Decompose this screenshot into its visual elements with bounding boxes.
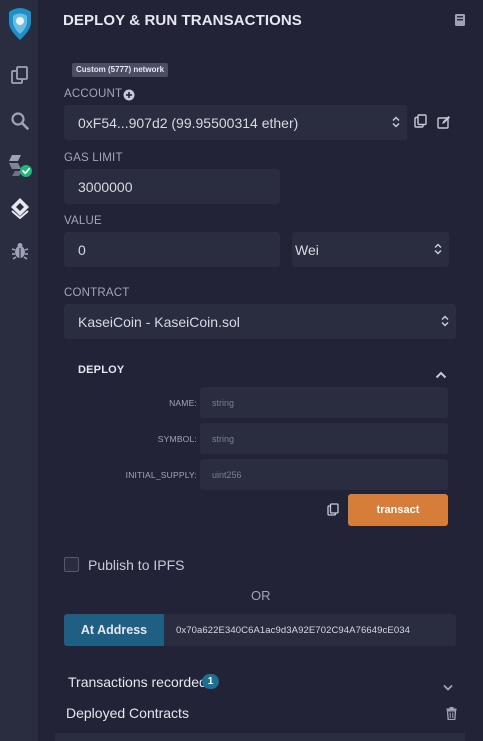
value-unit: Wei xyxy=(295,241,319,258)
param-label-initial-supply: INITIAL_SUPPLY: xyxy=(125,470,197,480)
deployed-contracts-list xyxy=(55,733,465,741)
publish-ipfs-label: Publish to IPFS xyxy=(88,557,185,573)
at-address-button[interactable]: At Address xyxy=(64,614,164,646)
name-placeholder: string xyxy=(212,397,235,408)
param-label-name: NAME: xyxy=(169,398,197,408)
initial-supply-placeholder: uint256 xyxy=(212,469,242,480)
add-account-icon[interactable] xyxy=(123,88,135,106)
at-address-input[interactable]: 0x70a622E340C6A1ac9d3A92E702C94A76649cE0… xyxy=(164,614,456,646)
file-explorer-icon[interactable] xyxy=(0,65,39,85)
chevron-down-icon[interactable] xyxy=(443,678,453,696)
account-value: 0xF54...907d2 (99.95500314 ether) xyxy=(78,114,299,131)
select-caret-icon xyxy=(441,314,449,330)
gas-limit-value: 3000000 xyxy=(78,178,133,195)
icon-sidebar xyxy=(0,0,39,741)
value-input[interactable]: 0 xyxy=(64,232,280,267)
param-label-symbol: SYMBOL: xyxy=(157,434,197,444)
deploy-run-icon[interactable] xyxy=(0,197,39,219)
contract-select[interactable]: KaseiCoin - KaseiCoin.sol xyxy=(64,304,456,339)
publish-ipfs-checkbox[interactable] xyxy=(64,557,79,572)
transactions-recorded-label[interactable]: Transactions recorded xyxy=(68,674,207,690)
deploy-run-panel: DEPLOY & RUN TRANSACTIONS Custom (5777) … xyxy=(39,0,483,741)
search-icon[interactable] xyxy=(0,111,39,131)
account-label: ACCOUNT xyxy=(64,88,123,100)
chevron-up-icon[interactable] xyxy=(435,366,447,384)
select-caret-icon xyxy=(392,115,400,131)
gas-limit-input[interactable]: 3000000 xyxy=(64,169,280,204)
or-divider-label: OR xyxy=(251,588,271,603)
edit-account-icon[interactable] xyxy=(437,115,451,134)
remix-logo-icon[interactable] xyxy=(0,6,39,42)
contract-value: KaseiCoin - KaseiCoin.sol xyxy=(78,313,240,330)
panel-scrollbar[interactable] xyxy=(466,0,483,741)
name-input[interactable]: string xyxy=(200,387,448,418)
symbol-input[interactable]: string xyxy=(200,423,448,454)
value-amount: 0 xyxy=(78,241,86,258)
transact-button[interactable]: transact xyxy=(348,494,448,526)
book-docs-icon[interactable] xyxy=(453,13,467,32)
network-badge: Custom (5777) network xyxy=(72,63,169,77)
gas-limit-label: GAS LIMIT xyxy=(64,152,123,164)
contract-label: CONTRACT xyxy=(64,287,130,299)
symbol-placeholder: string xyxy=(212,433,235,444)
deploy-section-title: DEPLOY xyxy=(78,364,125,376)
panel-title: DEPLOY & RUN TRANSACTIONS xyxy=(63,12,302,29)
initial-supply-input[interactable]: uint256 xyxy=(200,459,448,490)
trash-icon[interactable] xyxy=(446,707,457,725)
select-caret-icon xyxy=(434,242,442,258)
at-address-value: 0x70a622E340C6A1ac9d3A92E702C94A76649cE0… xyxy=(176,624,410,636)
copy-account-icon[interactable] xyxy=(414,114,427,133)
solidity-compiler-icon[interactable] xyxy=(0,152,39,180)
transactions-count-badge: 1 xyxy=(202,674,219,689)
debugger-icon[interactable] xyxy=(0,241,39,261)
account-select[interactable]: 0xF54...907d2 (99.95500314 ether) xyxy=(64,105,407,140)
deployed-contracts-label: Deployed Contracts xyxy=(66,705,189,721)
value-label: VALUE xyxy=(64,215,102,227)
copy-calldata-icon[interactable] xyxy=(327,503,339,521)
value-unit-select[interactable]: Wei xyxy=(292,232,449,267)
